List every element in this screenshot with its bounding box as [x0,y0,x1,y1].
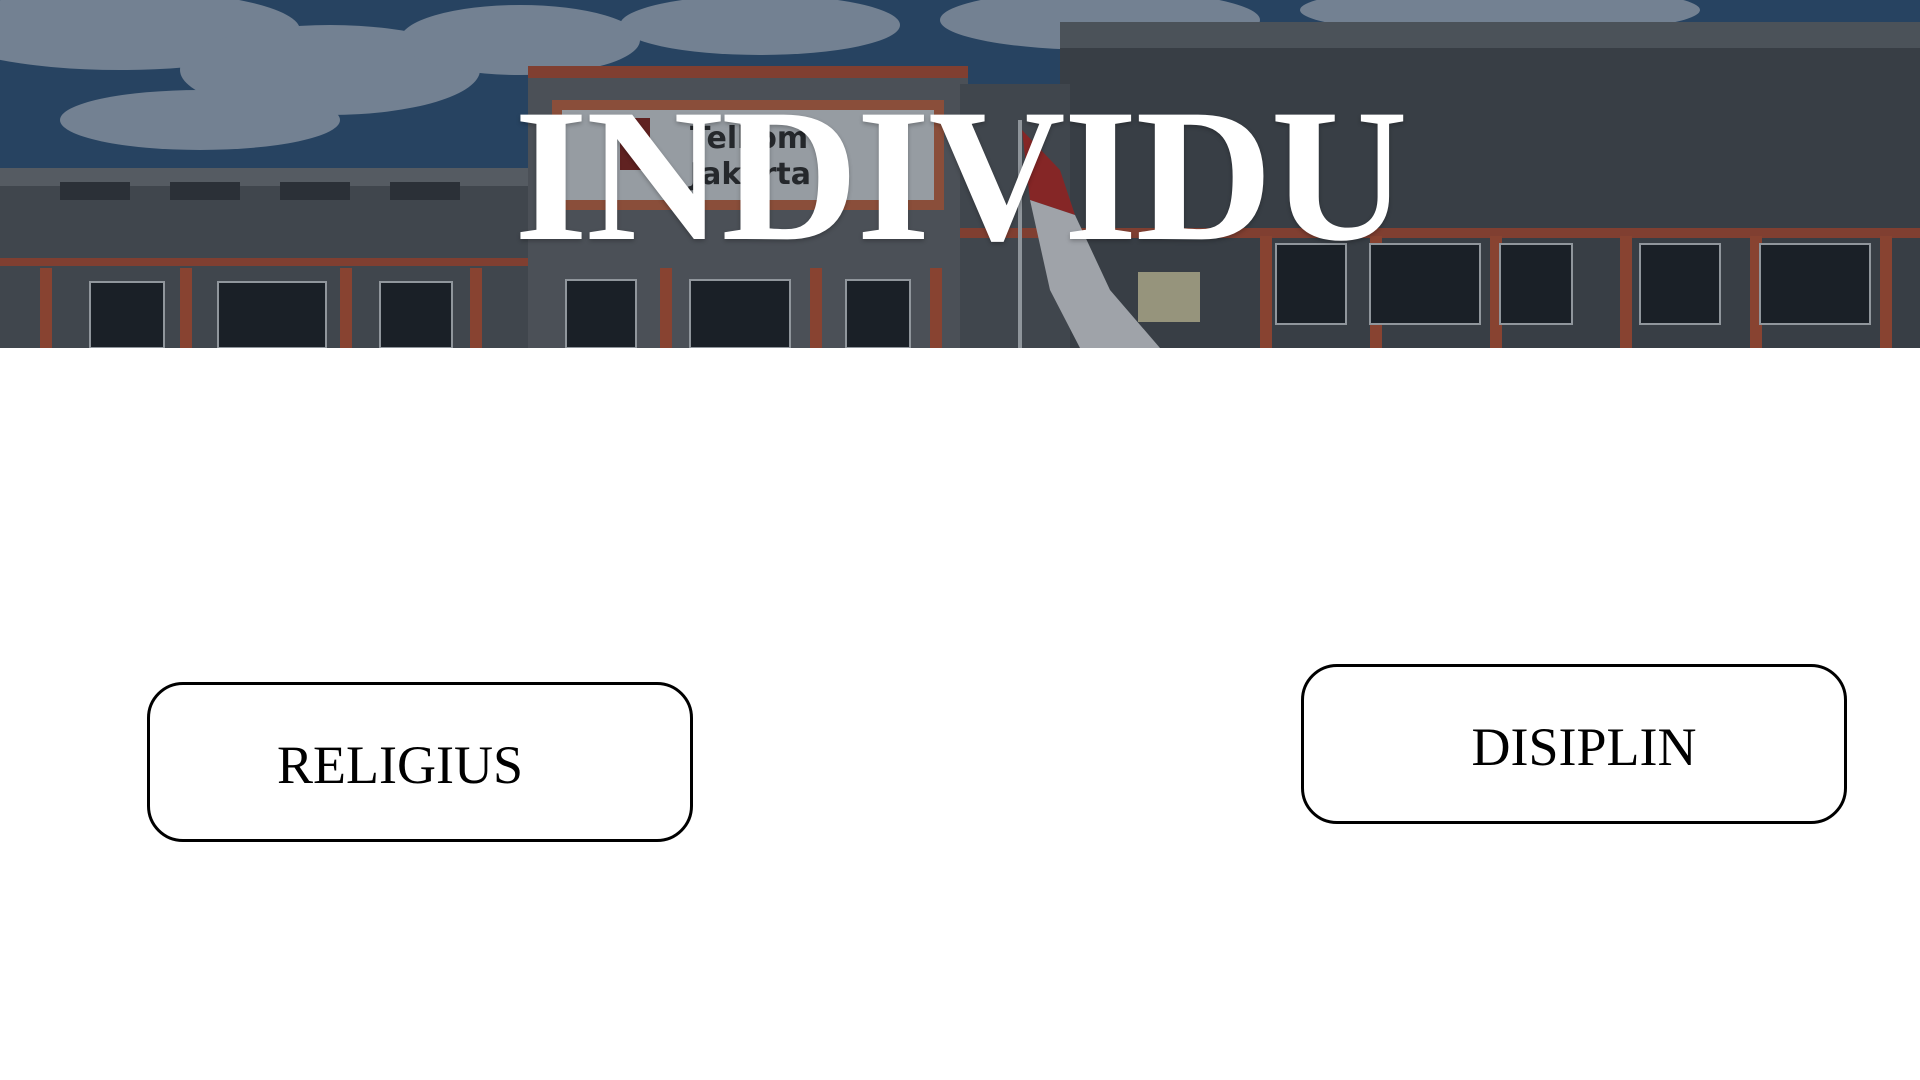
religius-button-label: RELIGIUS [277,735,523,795]
disiplin-button[interactable]: DISIPLIN [1301,664,1847,824]
header-banner: Telkom Jakarta INDIVIDU [0,0,1920,348]
page-title: INDIVIDU [514,71,1408,281]
disiplin-button-label: DISIPLIN [1471,717,1697,777]
religius-button[interactable]: RELIGIUS [147,682,693,842]
slide: Telkom Jakarta INDIVIDU RELIGIUS DISIPLI… [0,0,1920,1080]
